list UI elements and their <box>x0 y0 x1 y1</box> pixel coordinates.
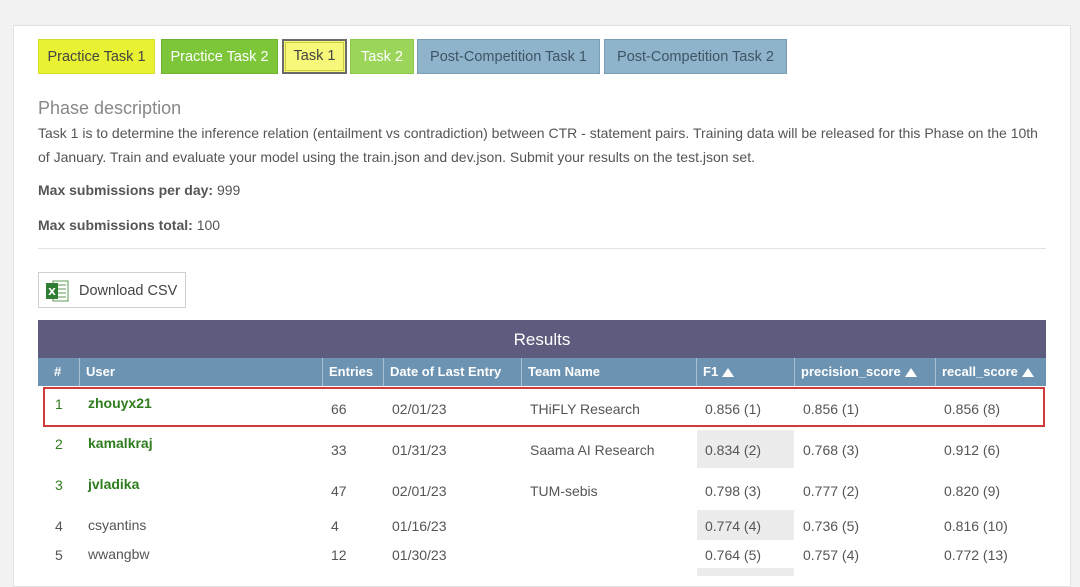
row-f1: 0.774 (4) <box>705 518 762 534</box>
table-row: 3 jvladika 47 02/01/23 TUM-sebis 0.798 (… <box>38 470 1046 510</box>
col-recall[interactable]: recall_score <box>935 358 1046 386</box>
row-user-link[interactable]: kamalkraj <box>88 435 153 451</box>
col-entries[interactable]: Entries <box>322 358 383 386</box>
row-user-link[interactable]: jvladika <box>88 476 139 492</box>
row-date: 01/30/23 <box>392 547 447 563</box>
phase-title: Phase description <box>38 98 182 118</box>
max-total-value: 100 <box>196 217 221 233</box>
col-rank[interactable]: # <box>38 358 79 386</box>
col-team[interactable]: Team Name <box>521 358 696 386</box>
row-f1: 0.798 (3) <box>705 483 762 499</box>
row-recall: 0.820 (9) <box>944 483 1001 499</box>
tab-practice-task-1[interactable]: Practice Task 1 <box>38 39 155 74</box>
row-f1: 0.764 (5) <box>705 547 762 563</box>
row-user: wwangbw <box>88 546 150 562</box>
col-date[interactable]: Date of Last Entry <box>383 358 521 386</box>
row-recall: 0.912 (6) <box>944 442 1001 458</box>
row-team: Saama AI Research <box>530 442 655 458</box>
row-date: 01/16/23 <box>392 518 447 534</box>
tab-practice-task-2[interactable]: Practice Task 2 <box>161 39 278 74</box>
results-title: Results <box>38 320 1046 358</box>
max-total-label: Max submissions total: <box>38 217 193 233</box>
row-rank: 3 <box>55 477 63 493</box>
col-recall-label: recall_score <box>942 364 1018 379</box>
table-row: 5 wwangbw 12 01/30/23 0.764 (5) 0.757 (4… <box>38 540 1046 570</box>
max-per-day: Max submissions per day: 999 <box>38 182 240 198</box>
table-row: 2 kamalkraj 33 01/31/23 Saama AI Researc… <box>38 430 1046 468</box>
excel-icon: X <box>46 280 69 302</box>
row-rank: 2 <box>55 436 63 452</box>
tab-post-competition-task-1[interactable]: Post-Competition Task 1 <box>417 39 600 74</box>
col-f1-label: F1 <box>703 364 719 379</box>
download-csv-label: Download CSV <box>79 283 178 299</box>
row-recall: 0.772 (13) <box>944 547 1008 563</box>
sort-up-icon <box>1021 368 1034 377</box>
divider <box>38 248 1046 249</box>
row-precision: 0.736 (5) <box>803 518 860 534</box>
table-row: 4 csyantins 4 01/16/23 0.774 (4) 0.736 (… <box>38 510 1046 540</box>
tab-post-competition-task-2[interactable]: Post-Competition Task 2 <box>604 39 787 74</box>
row-precision: 0.777 (2) <box>803 483 860 499</box>
results-header-row: # User Entries Date of Last Entry Team N… <box>38 358 1046 386</box>
row-entries: 12 <box>331 547 347 563</box>
row-entries: 4 <box>331 518 339 534</box>
row-entries: 33 <box>331 442 347 458</box>
row-precision: 0.757 (4) <box>803 547 860 563</box>
col-precision-label: precision_score <box>801 364 901 379</box>
max-total: Max submissions total: 100 <box>38 217 220 233</box>
col-f1[interactable]: F1 <box>696 358 794 386</box>
tab-task-1[interactable]: Task 1 <box>282 39 347 74</box>
row-entries: 47 <box>331 483 347 499</box>
sort-up-icon <box>904 368 917 377</box>
tab-task-2[interactable]: Task 2 <box>350 39 414 74</box>
row-team: TUM-sebis <box>530 483 598 499</box>
row-rank: 5 <box>55 547 63 563</box>
row-date: 02/01/23 <box>392 483 447 499</box>
max-per-day-value: 999 <box>216 182 241 198</box>
row-date: 01/31/23 <box>392 442 447 458</box>
sort-up-icon <box>722 368 735 377</box>
row-recall: 0.816 (10) <box>944 518 1008 534</box>
row-precision: 0.768 (3) <box>803 442 860 458</box>
col-precision[interactable]: precision_score <box>794 358 935 386</box>
row-f1: 0.834 (2) <box>705 442 762 458</box>
svg-text:X: X <box>48 287 56 298</box>
download-csv-button[interactable]: X Download CSV <box>38 272 186 308</box>
row-user: csyantins <box>88 517 147 533</box>
col-user[interactable]: User <box>79 358 322 386</box>
highlight-box <box>43 387 1045 427</box>
phase-description: Task 1 is to determine the inference rel… <box>38 125 1038 165</box>
row-rank: 4 <box>55 518 63 534</box>
max-per-day-label: Max submissions per day: <box>38 182 214 198</box>
